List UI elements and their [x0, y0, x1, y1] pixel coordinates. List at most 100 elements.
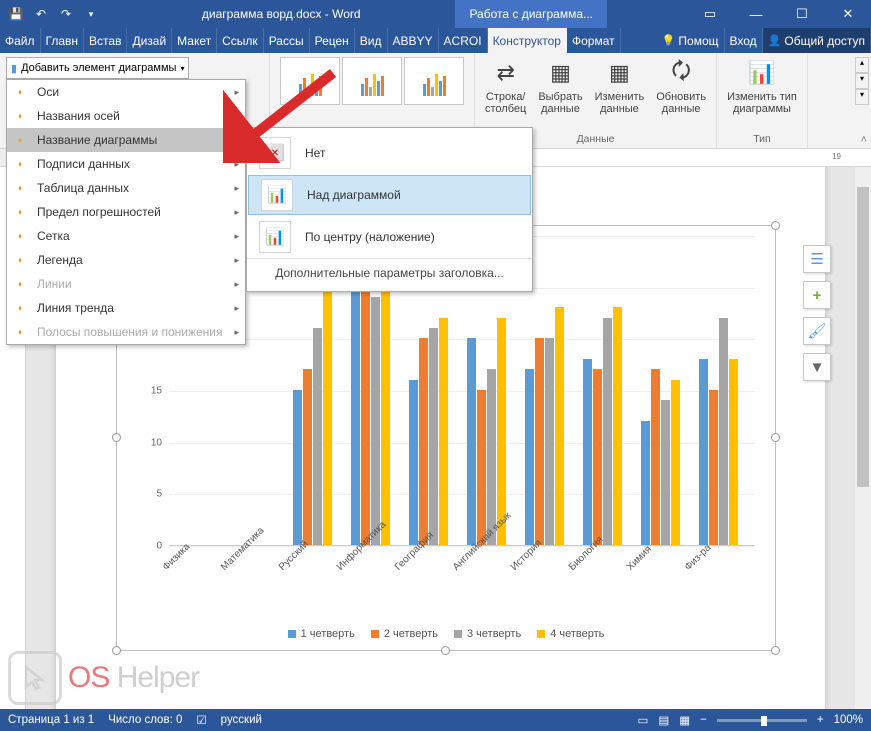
scrollbar-thumb[interactable] — [857, 187, 869, 487]
save-icon[interactable]: 💾 — [4, 2, 28, 26]
page-indicator[interactable]: Страница 1 из 1 — [8, 714, 94, 726]
chart-filters-button[interactable]: ▼ — [803, 353, 831, 381]
menu-item-2[interactable]: ⬪Название диаграммы▸ — [7, 128, 245, 152]
submenu-centered[interactable]: 📊По центру (наложение) — [247, 216, 532, 258]
tab-constructor[interactable]: Конструктор — [488, 28, 567, 53]
print-layout-icon[interactable]: ▤ — [658, 713, 669, 727]
bar[interactable] — [555, 307, 564, 545]
zoom-in-icon[interactable]: + — [817, 714, 824, 726]
tab-abbyy[interactable]: ABBYY — [388, 28, 439, 53]
zoom-slider[interactable] — [717, 719, 807, 722]
tab-file[interactable]: Файл — [0, 28, 41, 53]
chart-legend[interactable]: 1 четверть 2 четверть 3 четверть 4 четверть — [117, 628, 775, 640]
menu-item-9[interactable]: ⬪Линия тренда▸ — [7, 296, 245, 320]
tab-insert[interactable]: Встав — [84, 28, 127, 53]
close-icon[interactable]: ✕ — [825, 0, 871, 28]
edit-data-button[interactable]: ▦Изменить данные — [589, 55, 651, 117]
bar[interactable] — [313, 328, 322, 545]
menu-item-5[interactable]: ⬪Предел погрешностей▸ — [7, 200, 245, 224]
bar[interactable] — [545, 338, 554, 545]
legend-item[interactable]: 3 четверть — [454, 628, 521, 640]
style-thumbnail[interactable] — [404, 57, 464, 105]
ribbon-options-icon[interactable]: ▭ — [687, 0, 733, 28]
word-count[interactable]: Число слов: 0 — [108, 714, 182, 726]
style-thumbnail[interactable] — [342, 57, 402, 105]
bar[interactable] — [371, 297, 380, 545]
resize-handle[interactable] — [441, 646, 450, 655]
menu-item-1[interactable]: ⬪Названия осей▸ — [7, 104, 245, 128]
menu-item-0[interactable]: ⬪Оси▸ — [7, 80, 245, 104]
tab-share[interactable]: 👤Общий доступ — [763, 28, 871, 53]
bar[interactable] — [671, 380, 680, 545]
bar[interactable] — [525, 369, 534, 545]
bar[interactable] — [303, 369, 312, 545]
submenu-more-options[interactable]: Дополнительные параметры заголовка... — [247, 258, 532, 287]
gallery-up-icon[interactable]: ▴ — [855, 57, 869, 73]
read-mode-icon[interactable]: ▭ — [638, 713, 649, 727]
vertical-scrollbar[interactable] — [855, 167, 871, 709]
refresh-data-button[interactable]: 🗘Обновить данные — [650, 55, 712, 117]
bar[interactable] — [593, 369, 602, 545]
bar[interactable] — [729, 359, 738, 545]
context-tab-header[interactable]: Работа с диаграмма... — [455, 0, 607, 28]
collapse-ribbon-icon[interactable]: ˄ — [861, 134, 867, 146]
language-indicator[interactable]: русский — [221, 714, 262, 726]
bar[interactable] — [429, 328, 438, 545]
chart-styles-button[interactable]: 🖌 — [803, 317, 831, 345]
menu-item-6[interactable]: ⬪Сетка▸ — [7, 224, 245, 248]
redo-icon[interactable]: ↷ — [54, 2, 78, 26]
chart-add-button[interactable]: + — [803, 281, 831, 309]
bar[interactable] — [439, 318, 448, 545]
bar[interactable] — [535, 338, 544, 545]
chart-styles-gallery[interactable] — [278, 55, 466, 107]
maximize-icon[interactable]: ☐ — [779, 0, 825, 28]
style-thumbnail[interactable] — [280, 57, 340, 105]
tab-mailings[interactable]: Рассы — [264, 28, 310, 53]
bar[interactable] — [641, 421, 650, 545]
menu-item-3[interactable]: ⬪Подписи данных▸ — [7, 152, 245, 176]
resize-handle[interactable] — [112, 433, 121, 442]
tab-layout[interactable]: Макет — [172, 28, 217, 53]
legend-item[interactable]: 4 четверть — [537, 628, 604, 640]
legend-item[interactable]: 1 четверть — [288, 628, 355, 640]
bar[interactable] — [583, 359, 592, 545]
bar[interactable] — [293, 390, 302, 545]
tab-login[interactable]: Вход — [725, 28, 763, 53]
change-chart-type-button[interactable]: 📊Изменить тип диаграммы — [721, 55, 803, 117]
resize-handle[interactable] — [771, 221, 780, 230]
zoom-level[interactable]: 100% — [834, 714, 863, 726]
resize-handle[interactable] — [771, 433, 780, 442]
web-layout-icon[interactable]: ▦ — [679, 713, 690, 727]
bar[interactable] — [709, 390, 718, 545]
menu-item-7[interactable]: ⬪Легенда▸ — [7, 248, 245, 272]
tab-design[interactable]: Дизай — [127, 28, 172, 53]
bar[interactable] — [661, 400, 670, 545]
zoom-out-icon[interactable]: − — [700, 714, 707, 726]
submenu-none[interactable]: ⬜✕Нет — [247, 132, 532, 174]
bar[interactable] — [467, 338, 476, 545]
bar[interactable] — [487, 369, 496, 545]
legend-item[interactable]: 2 четверть — [371, 628, 438, 640]
bar[interactable] — [699, 359, 708, 545]
bar[interactable] — [613, 307, 622, 545]
gallery-more-icon[interactable]: ▾ — [855, 89, 869, 105]
qat-customize-icon[interactable]: ▾ — [79, 2, 103, 26]
tab-view[interactable]: Вид — [355, 28, 388, 53]
zoom-thumb[interactable] — [761, 716, 767, 726]
bar[interactable] — [651, 369, 660, 545]
select-data-button[interactable]: ▦Выбрать данные — [532, 55, 588, 117]
tab-format[interactable]: Формат — [567, 28, 621, 53]
bar[interactable] — [603, 318, 612, 545]
menu-item-4[interactable]: ⬪Таблица данных▸ — [7, 176, 245, 200]
gallery-down-icon[interactable]: ▾ — [855, 73, 869, 89]
tab-review[interactable]: Рецен — [310, 28, 355, 53]
spellcheck-icon[interactable]: ☑ — [196, 713, 206, 727]
submenu-above[interactable]: 📊Над диаграммой — [248, 175, 531, 215]
resize-handle[interactable] — [771, 646, 780, 655]
switch-row-column-button[interactable]: ⇄Строка/ столбец — [479, 55, 532, 117]
tab-acrobat[interactable]: ACROI — [439, 28, 488, 53]
bar[interactable] — [477, 390, 486, 545]
minimize-icon[interactable]: — — [733, 0, 779, 28]
tab-home[interactable]: Главн — [41, 28, 85, 53]
undo-icon[interactable]: ↶ — [29, 2, 53, 26]
